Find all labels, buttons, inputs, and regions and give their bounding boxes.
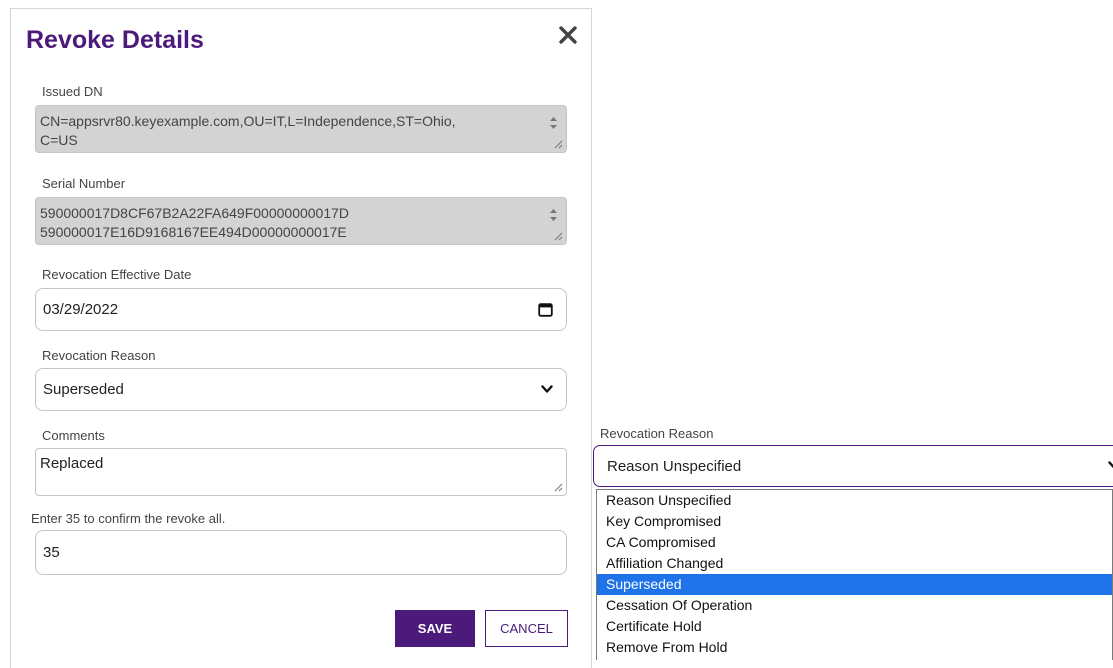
close-icon [559,26,577,44]
confirm-input[interactable]: 35 [35,530,567,575]
option-ca-compromised[interactable]: CA Compromised [597,532,1112,553]
option-key-compromised[interactable]: Key Compromised [597,511,1112,532]
calendar-icon[interactable] [538,302,553,317]
revocation-reason-value: Superseded [43,381,124,398]
issued-dn-label: Issued DN [42,84,103,99]
issued-dn-field[interactable]: CN=appsrvr80.keyexample.com,OU=IT,L=Inde… [35,105,567,153]
option-reason-unspecified[interactable]: Reason Unspecified [597,490,1112,511]
cancel-button[interactable]: CANCEL [485,610,568,647]
dropdown-options-list: Reason Unspecified Key Compromised CA Co… [596,489,1113,660]
spinner-arrows-icon[interactable] [549,207,558,223]
confirm-label: Enter 35 to confirm the revoke all. [31,511,226,526]
option-cessation-of-operation[interactable]: Cessation Of Operation [597,595,1112,616]
confirm-value: 35 [43,544,60,561]
comments-value: Replaced [40,455,104,472]
comments-label: Comments [42,428,105,443]
issued-dn-value-line1: CN=appsrvr80.keyexample.com,OU=IT,L=Inde… [40,113,456,129]
revoke-details-dialog: Revoke Details Issued DN CN=appsrvr80.ke… [10,8,592,668]
resize-grip-icon[interactable] [554,140,563,149]
comments-textarea[interactable]: Replaced [35,448,567,496]
close-button[interactable] [556,23,580,47]
option-affiliation-changed[interactable]: Affiliation Changed [597,553,1112,574]
resize-grip-icon[interactable] [554,232,563,241]
serial-number-label: Serial Number [42,176,126,191]
option-remove-from-hold[interactable]: Remove From Hold [597,637,1112,658]
option-certificate-hold[interactable]: Certificate Hold [597,616,1112,637]
issued-dn-value-line2: C=US [40,132,78,148]
revocation-reason-select[interactable]: Superseded [35,368,567,411]
revocation-reason-label: Revocation Reason [42,348,156,363]
resize-grip-icon[interactable] [554,483,563,492]
effective-date-value: 03/29/2022 [43,301,119,318]
effective-date-label: Revocation Effective Date [42,267,192,282]
chevron-down-icon [541,385,553,393]
dropdown-revocation-reason-select[interactable]: Reason Unspecified [593,445,1113,487]
serial-number-value-line2: 590000017E16D9168167EE494D00000000017E [40,224,347,240]
option-superseded[interactable]: Superseded [597,574,1112,595]
dialog-title: Revoke Details [26,26,204,54]
spinner-arrows-icon[interactable] [549,115,558,131]
effective-date-input[interactable]: 03/29/2022 [35,288,567,331]
serial-number-value-line1: 590000017D8CF67B2A22FA649F00000000017D [40,205,350,221]
dropdown-selected-value: Reason Unspecified [607,458,742,475]
serial-number-field[interactable]: 590000017D8CF67B2A22FA649F00000000017D 5… [35,197,567,245]
save-button[interactable]: SAVE [395,610,475,647]
chevron-down-icon [1108,461,1113,469]
dropdown-revocation-reason-label: Revocation Reason [600,426,714,441]
